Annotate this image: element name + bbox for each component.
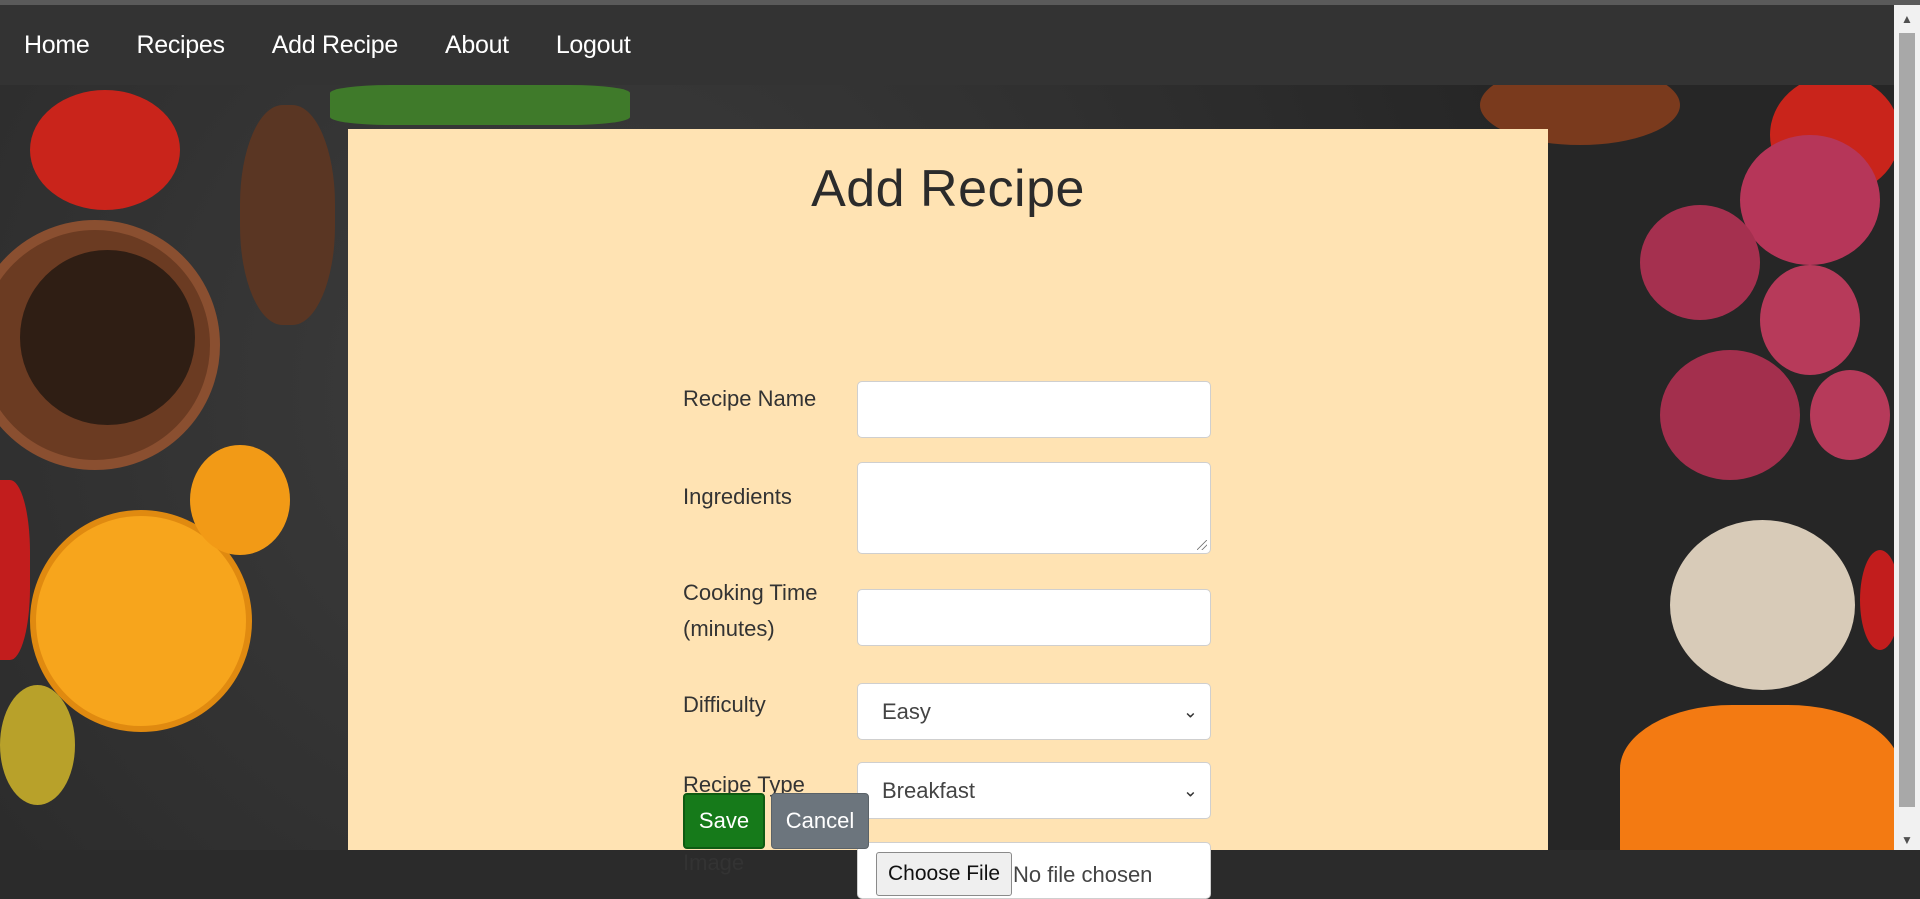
scrollbar-thumb[interactable] <box>1899 33 1915 807</box>
nav-logout-link[interactable]: Logout <box>556 31 631 60</box>
vertical-scrollbar[interactable]: ▲ ▼ <box>1894 5 1920 850</box>
pear-decoration <box>0 685 75 805</box>
nav-recipes-link[interactable]: Recipes <box>137 31 226 60</box>
scroll-down-arrow-icon[interactable]: ▼ <box>1894 830 1920 850</box>
nav-add-recipe-link[interactable]: Add Recipe <box>272 31 399 60</box>
nav-home-link[interactable]: Home <box>24 31 90 60</box>
radish-decoration <box>1740 135 1880 265</box>
difficulty-selected-value: Easy <box>882 698 931 724</box>
parsley-decoration <box>330 85 630 125</box>
recipe-type-selected-value: Breakfast <box>882 777 975 803</box>
chevron-down-icon: ⌄ <box>1182 701 1198 721</box>
resize-handle-icon[interactable] <box>1197 540 1207 550</box>
cooking-time-label-line2: (minutes) <box>683 616 775 641</box>
file-status-text: No file chosen <box>1013 862 1153 887</box>
nav-about-link[interactable]: About <box>445 31 509 60</box>
radish-decoration <box>1810 370 1890 460</box>
choose-file-button[interactable]: Choose File <box>876 852 1013 896</box>
ingredients-label: Ingredients <box>683 484 792 509</box>
cancel-button[interactable]: Cancel <box>771 793 869 849</box>
add-recipe-form-panel: Add Recipe Recipe Name Ingredients Cooki… <box>348 129 1548 899</box>
kumquat-decoration <box>190 445 290 555</box>
red-pepper-right-decoration <box>1860 550 1894 650</box>
wooden-spoon-decoration <box>240 105 335 325</box>
difficulty-select[interactable]: Easy ⌄ <box>857 683 1211 740</box>
ingredients-textarea[interactable] <box>857 462 1211 554</box>
cooking-time-input[interactable] <box>857 589 1211 646</box>
tomato-decoration <box>30 90 180 210</box>
red-pepper-decoration <box>0 480 30 660</box>
page-title: Add Recipe <box>811 160 1085 218</box>
scroll-up-arrow-icon[interactable]: ▲ <box>1894 9 1920 29</box>
peppercorns-decoration <box>20 250 195 425</box>
save-button[interactable]: Save <box>683 793 765 849</box>
garlic-decoration <box>1670 520 1855 690</box>
radish-decoration <box>1640 205 1760 320</box>
navbar: Home Recipes Add Recipe About Logout <box>0 5 1894 85</box>
orange-bell-pepper-decoration <box>1620 705 1894 850</box>
recipe-name-label: Recipe Name <box>683 386 817 411</box>
image-file-input[interactable]: Choose File No file chosen <box>857 842 1211 899</box>
radish-decoration <box>1760 265 1860 375</box>
recipe-name-input[interactable] <box>857 381 1211 438</box>
difficulty-label: Difficulty <box>683 692 766 717</box>
recipe-type-select[interactable]: Breakfast ⌄ <box>857 762 1211 819</box>
chevron-down-icon: ⌄ <box>1182 780 1198 800</box>
cooking-time-label-line1: Cooking Time <box>683 580 818 605</box>
image-label: Image <box>683 850 745 875</box>
radish-decoration <box>1660 350 1800 480</box>
